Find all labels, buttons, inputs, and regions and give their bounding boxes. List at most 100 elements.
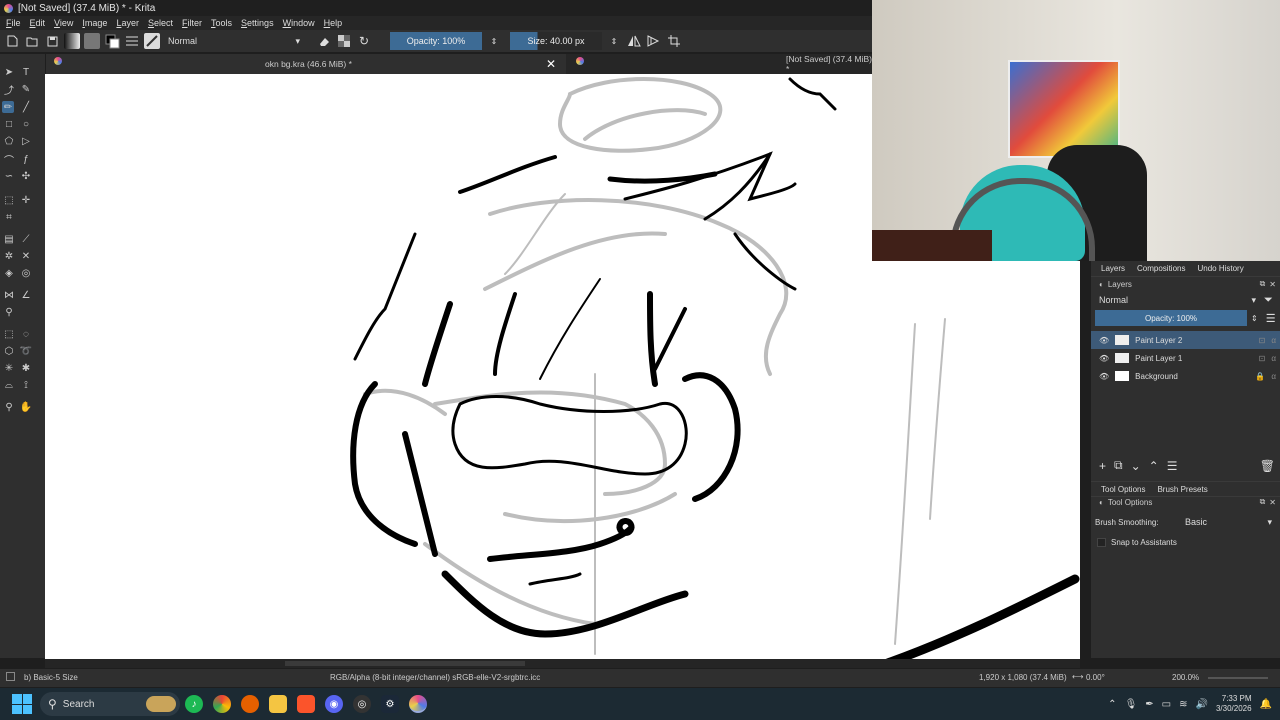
snap-assistants-checkbox[interactable] [1097, 538, 1106, 547]
firefox-icon[interactable] [241, 695, 259, 713]
scrollbar-thumb[interactable] [285, 661, 525, 666]
close-icon[interactable]: ✕ [546, 57, 556, 71]
polygon-tool-icon[interactable]: ⬠ [3, 135, 15, 147]
polygon-select-icon[interactable]: ⬡ [3, 345, 15, 357]
text-tool-icon[interactable]: T [20, 66, 32, 78]
bezier-tool-icon[interactable]: ⌒ [3, 153, 15, 167]
color-selector-icon[interactable] [104, 33, 120, 49]
menu-image[interactable]: Image [82, 18, 107, 28]
lock-icon[interactable]: ⊡ [1259, 354, 1266, 363]
magnetic-select-icon[interactable]: ⟟ [20, 379, 32, 391]
save-icon[interactable] [44, 33, 60, 49]
obs-icon[interactable]: ◎ [353, 695, 371, 713]
zoom-status[interactable]: 200.0% [1172, 673, 1199, 682]
layer-blend-select[interactable]: Normal ▾ [1095, 292, 1260, 308]
rotation-status[interactable]: 0.00° [1086, 673, 1105, 682]
delete-layer-icon[interactable]: 🗑 [1260, 459, 1275, 473]
menu-settings[interactable]: Settings [241, 18, 274, 28]
tab-undo-history[interactable]: Undo History [1197, 264, 1243, 273]
gradient-tool-icon[interactable]: ▤ [3, 233, 15, 245]
menu-select[interactable]: Select [148, 18, 173, 28]
tab-layers[interactable]: Layers [1101, 264, 1125, 273]
ellipse-tool-icon[interactable]: ○ [20, 118, 32, 130]
reference-tool-icon[interactable]: ⚲ [3, 306, 15, 318]
pan-tool-icon[interactable]: ✋ [20, 401, 32, 413]
taskbar-search[interactable]: ⚲ Search [40, 692, 180, 716]
spotify-icon[interactable]: ♪ [185, 695, 203, 713]
notification-bell-icon[interactable]: 🔔 [1260, 699, 1272, 710]
layer-row-background[interactable]: 👁 Background 🔒 α [1091, 367, 1280, 385]
blend-mode-select[interactable]: Normal ▾ [164, 33, 304, 49]
float-panel-icon[interactable]: ⧉ [1260, 497, 1266, 507]
fill-tool-icon[interactable]: ◈ [3, 267, 15, 279]
size-spin-icon[interactable]: ⇕ [606, 33, 622, 49]
close-panel-icon[interactable]: ✕ [1269, 498, 1276, 507]
calligraphy-icon[interactable]: ✎ [20, 83, 32, 95]
pattern-swatch[interactable] [84, 33, 100, 49]
layer-row-paint-layer-1[interactable]: 👁 Paint Layer 1 ⊡ α [1091, 349, 1280, 367]
new-document-icon[interactable] [4, 33, 20, 49]
color-picker-icon[interactable]: ⟋ [20, 233, 32, 245]
opacity-spin-icon[interactable]: ⇕ [486, 33, 502, 49]
file-explorer-icon[interactable] [269, 695, 287, 713]
smart-patch-icon[interactable]: ✲ [3, 250, 15, 262]
display-icon[interactable]: ▭ [1162, 699, 1171, 710]
measure-tool-icon[interactable]: ∠ [20, 289, 32, 301]
polyline-tool-icon[interactable]: ▷ [20, 135, 32, 147]
line-tool-icon[interactable]: ╱ [20, 101, 32, 113]
duplicate-layer-icon[interactable]: ⧉ [1114, 458, 1123, 473]
filter-icon[interactable]: ⏷ [1264, 294, 1273, 307]
contiguous-select-icon[interactable]: ✳ [3, 362, 15, 374]
clock[interactable]: 7:33 PM 3/30/2026 [1216, 694, 1252, 714]
close-panel-icon[interactable]: ✕ [1269, 280, 1276, 289]
pen-icon[interactable]: ✒ [1145, 699, 1153, 710]
brush-smoothing-select[interactable]: Basic ▾ [1181, 514, 1276, 530]
mirror-vertical-icon[interactable] [646, 33, 662, 49]
layer-properties-icon[interactable]: ☰ [1167, 459, 1178, 473]
tab-not-saved[interactable]: [Not Saved] (37.4 MiB) * [566, 54, 872, 74]
transform-tool-icon[interactable]: ⬚ [3, 194, 15, 206]
dynamic-brush-icon[interactable]: ∽ [3, 170, 15, 182]
menu-layer[interactable]: Layer [116, 18, 139, 28]
krita-taskbar-icon[interactable] [409, 695, 427, 713]
freehand-path-icon[interactable]: ƒ [20, 153, 32, 165]
tab-brush-presets[interactable]: Brush Presets [1157, 485, 1207, 494]
volume-icon[interactable]: 🔊 [1196, 699, 1208, 710]
ellipse-select-icon[interactable]: ◌ [20, 328, 32, 340]
mirror-horizontal-icon[interactable] [626, 33, 642, 49]
brave-icon[interactable] [297, 695, 315, 713]
tab-tool-options[interactable]: Tool Options [1101, 485, 1145, 494]
move-layer-down-icon[interactable]: ⌄ [1131, 459, 1141, 473]
open-folder-icon[interactable] [24, 33, 40, 49]
menu-tools[interactable]: Tools [211, 18, 232, 28]
reload-preset-icon[interactable]: ↻ [356, 33, 372, 49]
layer-opacity-slider[interactable]: Opacity: 100% [1095, 310, 1247, 326]
enclose-fill-icon[interactable]: ◎ [20, 267, 32, 279]
size-slider[interactable]: Size: 40.00 px [510, 32, 602, 50]
menu-filter[interactable]: Filter [182, 18, 202, 28]
wifi-icon[interactable]: ≋ [1179, 699, 1187, 710]
discord-icon[interactable]: ◉ [325, 695, 343, 713]
visibility-eye-icon[interactable]: 👁 [1099, 372, 1109, 381]
move-layer-up-icon[interactable]: ⌃ [1149, 459, 1159, 473]
gradient-swatch[interactable] [64, 33, 80, 49]
menu-edit[interactable]: Edit [30, 18, 46, 28]
colorize-mask-icon[interactable]: ✕ [20, 250, 32, 262]
bezier-select-icon[interactable]: ⌓ [3, 379, 15, 391]
visibility-eye-icon[interactable]: 👁 [1099, 336, 1109, 345]
assistant-tool-icon[interactable]: ⋈ [3, 289, 15, 301]
move-tool-icon[interactable]: ✛ [20, 194, 32, 206]
crop-tool-icon[interactable]: ⌗ [3, 211, 15, 223]
float-panel-icon[interactable]: ⧉ [1260, 279, 1266, 289]
alpha-lock-icon[interactable] [336, 33, 352, 49]
menu-view[interactable]: View [54, 18, 73, 28]
steam-icon[interactable]: ⚙ [381, 695, 399, 713]
menu-help[interactable]: Help [324, 18, 343, 28]
lock-icon[interactable]: 🔒 [1255, 372, 1265, 381]
eraser-icon[interactable] [316, 33, 332, 49]
chevron-up-icon[interactable]: ⌃ [1108, 699, 1116, 710]
lasso-select-icon[interactable]: ➰ [20, 345, 32, 357]
edit-shapes-icon[interactable]: ⤴ [3, 83, 15, 97]
brush-preset-icon[interactable] [144, 33, 160, 49]
canvas-horizontal-scrollbar[interactable] [45, 659, 1080, 668]
